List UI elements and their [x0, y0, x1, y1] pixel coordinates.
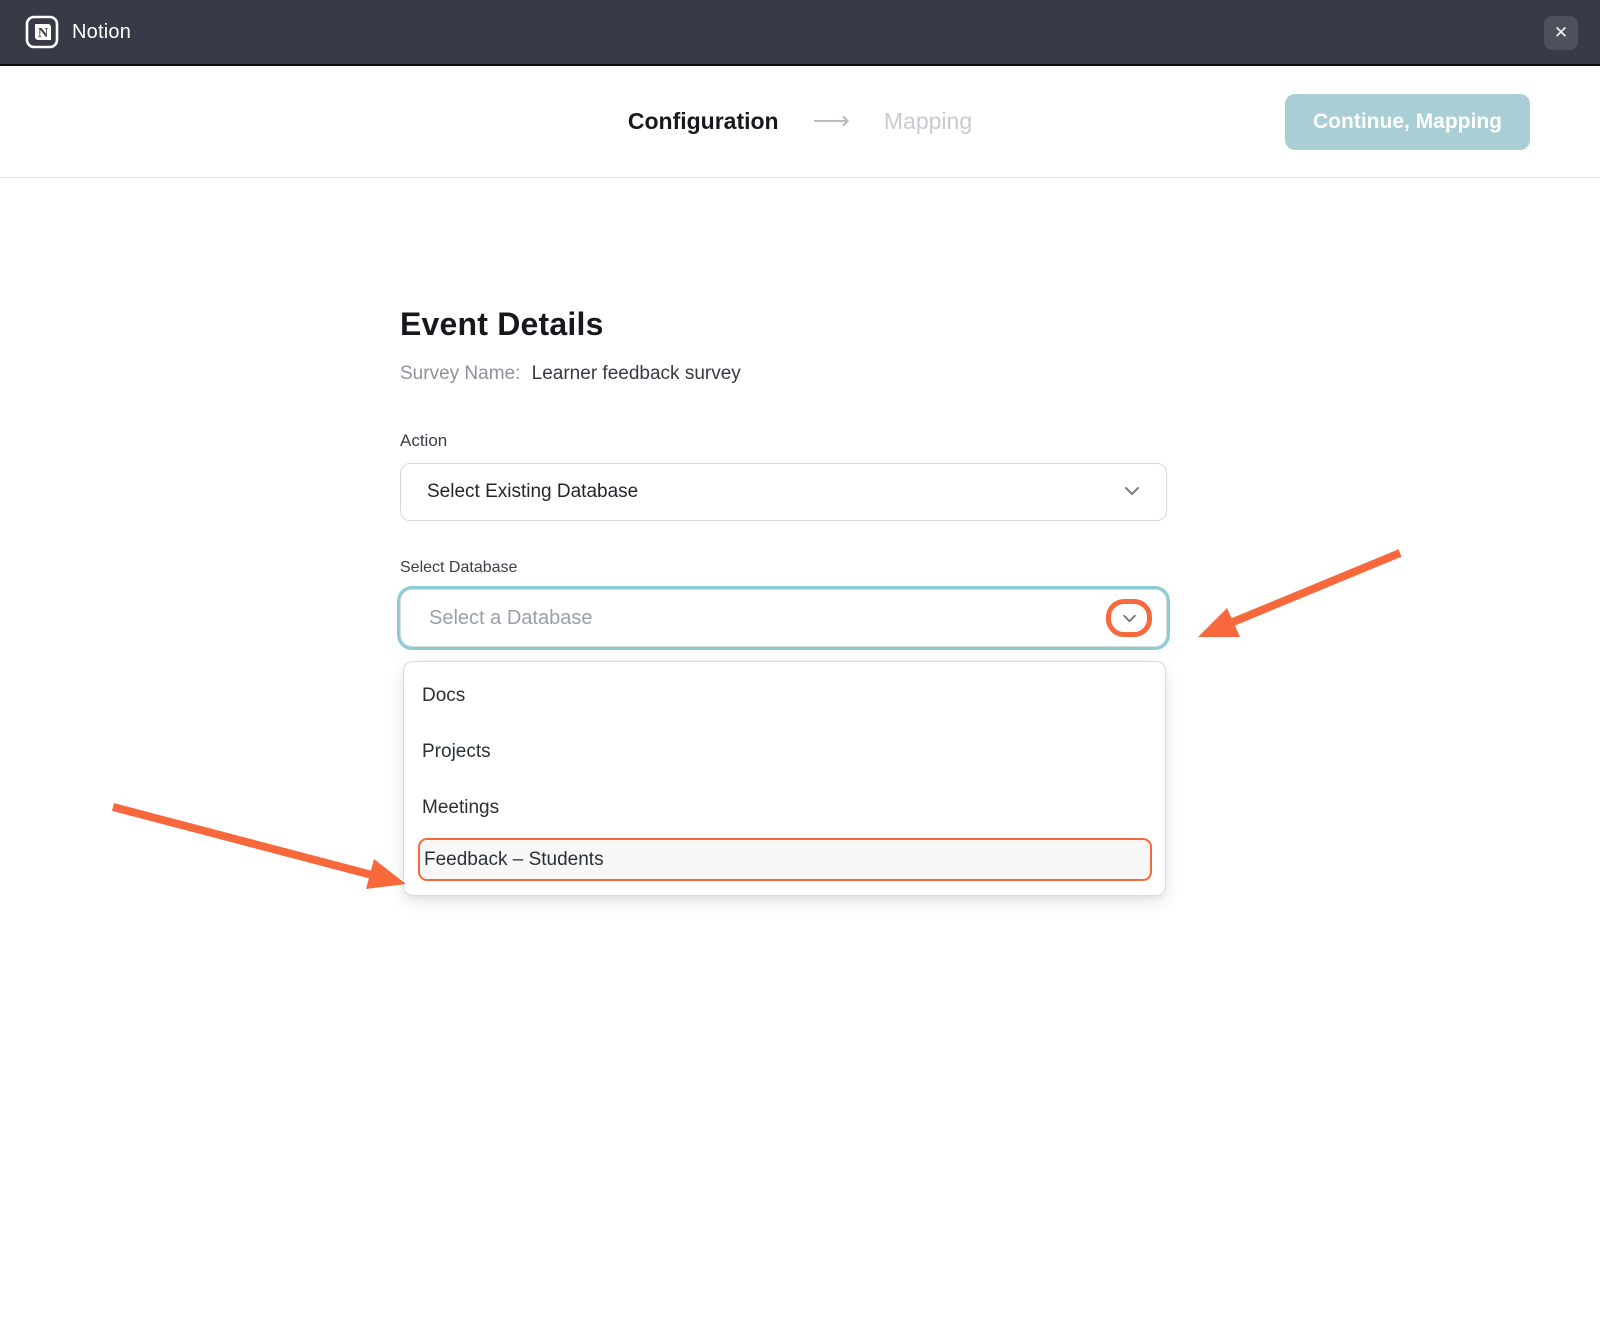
annotation-circle	[1106, 599, 1152, 637]
chevron-down-icon	[1124, 483, 1140, 501]
dropdown-option-docs[interactable]: Docs	[404, 668, 1165, 724]
titlebar: N Notion ✕	[0, 0, 1600, 66]
event-details-section: Event Details Survey Name: Learner feedb…	[400, 178, 1167, 896]
dropdown-option-projects[interactable]: Projects	[404, 724, 1165, 780]
survey-name-line: Survey Name: Learner feedback survey	[400, 363, 1167, 385]
annotation-arrow-to-option	[113, 807, 406, 889]
continue-mapping-button[interactable]: Continue, Mapping	[1285, 94, 1530, 150]
app-title: Notion	[72, 21, 131, 44]
close-icon: ✕	[1554, 16, 1568, 50]
survey-name-value: Learner feedback survey	[532, 363, 741, 384]
action-selected-value: Select Existing Database	[427, 481, 638, 503]
step-indicator: Configuration ⟶ Mapping	[628, 107, 972, 137]
step-configuration: Configuration	[628, 108, 779, 135]
page-title: Event Details	[400, 306, 1167, 343]
step-arrow-icon: ⟶	[813, 107, 850, 137]
action-select[interactable]: Select Existing Database	[400, 463, 1167, 521]
dropdown-option-meetings[interactable]: Meetings	[404, 780, 1165, 836]
annotation-arrow-to-chevron	[1198, 553, 1400, 637]
svg-text:N: N	[38, 26, 48, 41]
notion-config-window: N Notion ✕ Configuration ⟶ Mapping Conti…	[0, 0, 1600, 1323]
database-field-label: Select Database	[400, 559, 1167, 577]
chevron-down-icon[interactable]	[1122, 614, 1137, 623]
notion-logo-icon: N	[24, 14, 60, 50]
database-search-input[interactable]	[401, 590, 1166, 646]
action-field-label: Action	[400, 431, 1167, 451]
close-button[interactable]: ✕	[1544, 16, 1578, 50]
dropdown-option-feedback-students[interactable]: Feedback – Students	[418, 838, 1152, 881]
database-dropdown-list: Docs Projects Meetings Feedback – Studen…	[403, 661, 1166, 896]
survey-name-label: Survey Name:	[400, 363, 520, 384]
step-mapping: Mapping	[884, 108, 972, 135]
stepper-header: Configuration ⟶ Mapping Continue, Mappin…	[0, 66, 1600, 178]
database-combobox	[400, 589, 1167, 647]
